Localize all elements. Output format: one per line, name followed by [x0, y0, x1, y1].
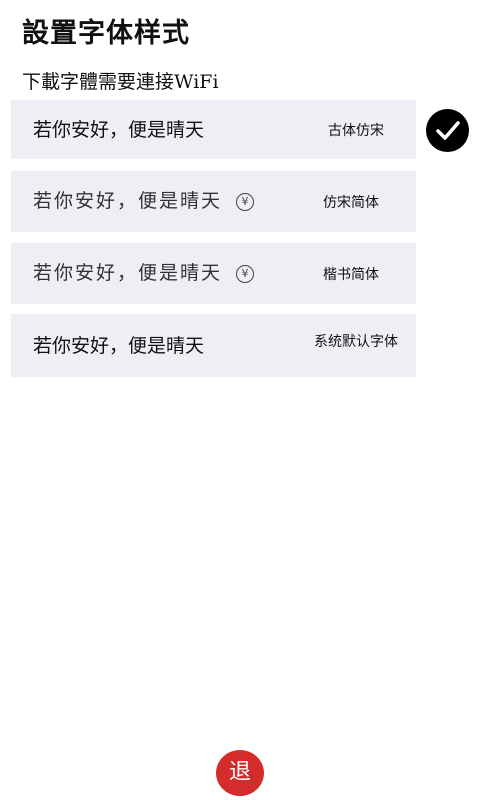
- yen-coin-icon: ¥: [236, 192, 254, 211]
- font-option-fangsong-simplified[interactable]: 若你安好，便是晴天 ¥ 仿宋简体: [11, 171, 416, 232]
- font-sample-text: 若你安好，便是晴天: [33, 118, 205, 141]
- font-option-kaishu-simplified[interactable]: 若你安好，便是晴天 ¥ 楷书简体: [11, 243, 416, 304]
- wifi-notice: 下載字體需要連接WiFi: [22, 71, 219, 93]
- page-title: 設置字体样式: [22, 18, 190, 49]
- font-sample-text: 若你安好，便是晴天: [33, 334, 205, 357]
- font-option-ancient-fangsong[interactable]: 若你安好，便是晴天 古体仿宋: [11, 100, 416, 159]
- font-sample-text: 若你安好，便是晴天: [33, 190, 223, 212]
- yen-coin-icon: ¥: [236, 264, 254, 283]
- font-option-system-default[interactable]: 若你安好，便是晴天 系统默认字体: [11, 314, 416, 377]
- back-button[interactable]: 退: [216, 750, 264, 796]
- font-name-label: 古体仿宋: [328, 122, 384, 139]
- checkmark-icon: [426, 109, 469, 152]
- font-sample-text: 若你安好，便是晴天: [33, 262, 223, 284]
- font-name-label: 系统默认字体: [314, 334, 398, 350]
- font-name-label: 楷书简体: [323, 266, 379, 283]
- font-name-label: 仿宋简体: [323, 194, 379, 211]
